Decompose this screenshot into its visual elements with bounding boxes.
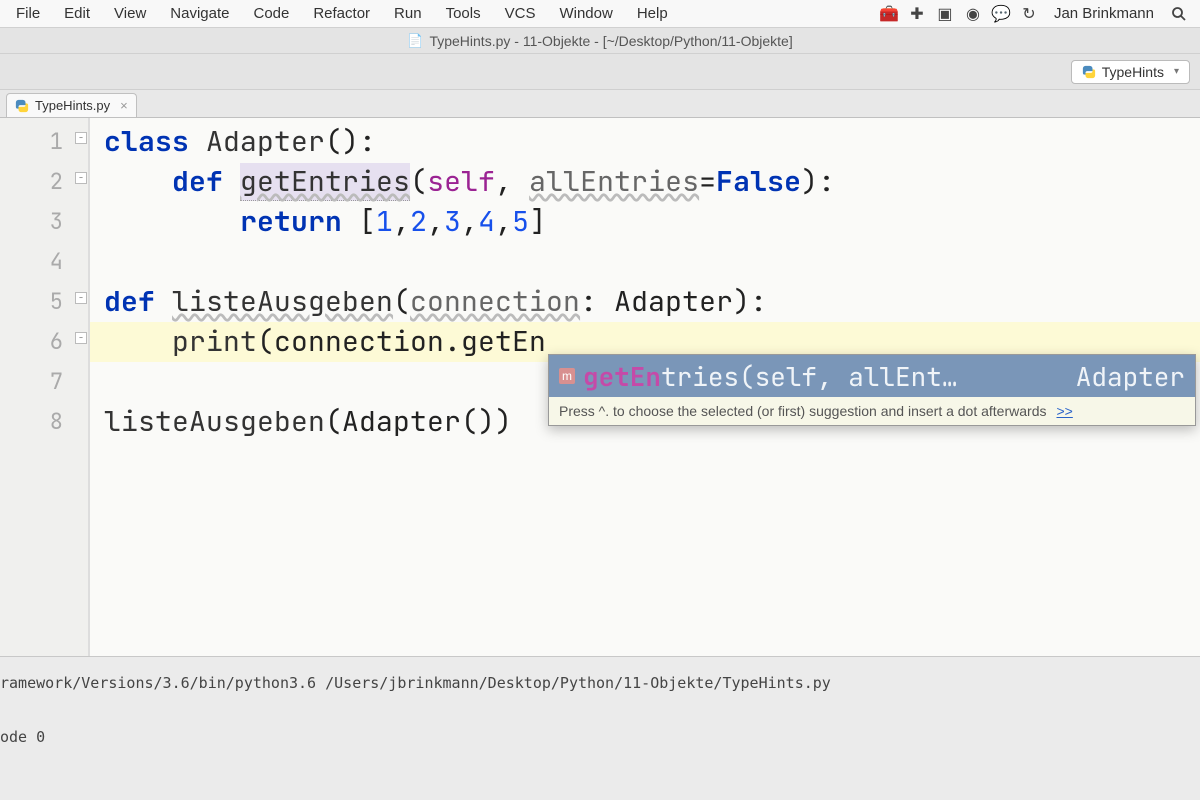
menubar: File Edit View Navigate Code Refactor Ru… [0,0,1200,28]
fold-toggle-icon[interactable]: − [75,332,87,344]
menu-help[interactable]: Help [625,1,680,26]
code-line[interactable] [90,242,1200,282]
menu-navigate[interactable]: Navigate [158,1,241,26]
gutter: 1−2−345−6−78 [0,118,90,656]
code-area[interactable]: class Adapter(): def getEntries(self, al… [90,118,1200,656]
fold-toggle-icon[interactable]: − [75,292,87,304]
autocomplete-item[interactable]: m getEntries(self, allEnt… Adapter [549,355,1195,397]
tab-label: TypeHints.py [35,98,110,113]
toolbox-icon[interactable]: 🧰 [880,5,898,23]
menu-view[interactable]: View [102,1,158,26]
fold-strip [73,118,89,656]
menu-file[interactable]: File [4,1,52,26]
leaf-icon[interactable]: ◉ [964,5,982,23]
menu-tools[interactable]: Tools [434,1,493,26]
console[interactable]: ramework/Versions/3.6/bin/python3.6 /Use… [0,656,1200,800]
autocomplete-hint-link[interactable]: >> [1056,403,1072,419]
chat-icon[interactable]: 💬 [992,5,1010,23]
menu-code[interactable]: Code [241,1,301,26]
search-icon[interactable] [1170,5,1188,23]
autocomplete-match: getEn [583,359,661,394]
menu-refactor[interactable]: Refactor [301,1,382,26]
history-icon[interactable]: ↻ [1020,5,1038,23]
menu-vcs[interactable]: VCS [493,1,548,26]
toolbar: TypeHints ▾ [0,54,1200,90]
code-line[interactable]: class Adapter(): [90,122,1200,162]
autocomplete-type: Adapter [1076,359,1185,394]
autocomplete-popup: m getEntries(self, allEnt… Adapter Press… [548,354,1196,426]
run-config-name: TypeHints [1102,64,1164,80]
tab-typehints[interactable]: TypeHints.py × [6,93,137,117]
console-line: ramework/Versions/3.6/bin/python3.6 /Use… [0,671,1200,695]
chevron-down-icon: ▾ [1174,66,1179,77]
fold-toggle-icon[interactable]: − [75,132,87,144]
editor[interactable]: 1−2−345−6−78 class Adapter(): def getEnt… [0,118,1200,656]
menu-window[interactable]: Window [547,1,624,26]
autocomplete-rest: tries(self, allEnt… [661,359,957,394]
file-icon: 📄 [407,33,423,49]
python-icon [15,99,29,113]
run-config-selector[interactable]: TypeHints ▾ [1071,60,1190,84]
editor-tabs: TypeHints.py × [0,90,1200,118]
menu-edit[interactable]: Edit [52,1,102,26]
window-title-text: TypeHints.py - 11-Objekte - [~/Desktop/P… [429,33,792,49]
console-line-blank [0,695,1200,725]
autocomplete-hint: Press ^. to choose the selected (or firs… [549,397,1195,425]
user-name[interactable]: Jan Brinkmann [1048,5,1160,22]
plus-icon[interactable]: ✚ [908,5,926,23]
code-line[interactable]: def listeAusgeben(connection: Adapter): [90,282,1200,322]
window-title-bar: 📄 TypeHints.py - 11-Objekte - [~/Desktop… [0,28,1200,54]
code-line[interactable]: return [1,2,3,4,5] [90,202,1200,242]
python-icon [1082,65,1096,79]
menubar-left: File Edit View Navigate Code Refactor Ru… [4,1,680,26]
autocomplete-hint-text: Press ^. to choose the selected (or firs… [559,403,1046,419]
close-icon[interactable]: × [120,98,128,113]
method-badge-icon: m [559,368,575,384]
console-line: ode 0 [0,725,1200,749]
fold-toggle-icon[interactable]: − [75,172,87,184]
menubar-right: 🧰 ✚ ▣ ◉ 💬 ↻ Jan Brinkmann [880,5,1196,23]
code-line[interactable]: def getEntries(self, allEntries=False): [90,162,1200,202]
menu-run[interactable]: Run [382,1,434,26]
record-icon[interactable]: ▣ [936,5,954,23]
